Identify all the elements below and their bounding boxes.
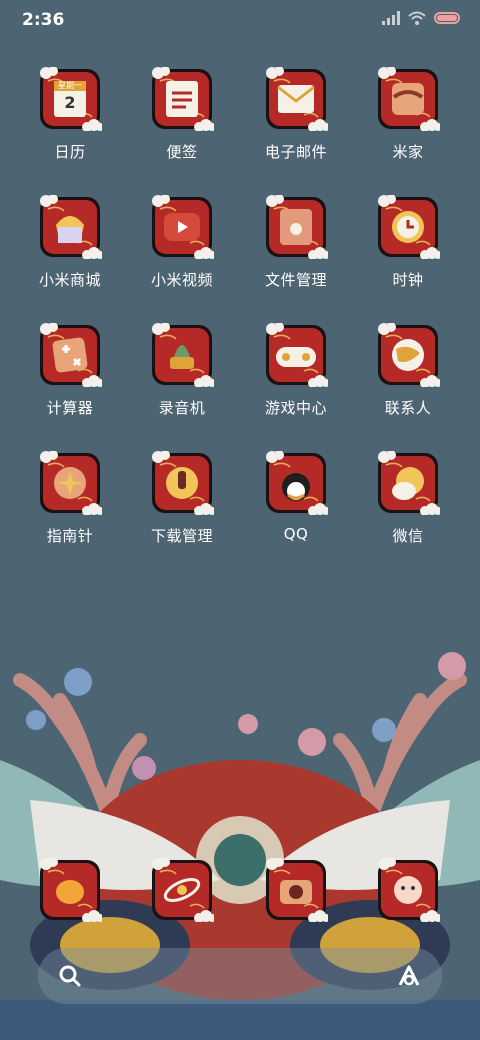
download-manager-icon[interactable] [150, 450, 216, 516]
app-clock[interactable]: 时钟 [352, 194, 464, 313]
app-contacts[interactable]: 联系人 [352, 322, 464, 441]
camera-icon[interactable] [264, 857, 330, 923]
compass-icon[interactable] [38, 450, 104, 516]
app-label: 时钟 [392, 271, 424, 289]
app-download-manager[interactable]: 下载管理 [126, 450, 238, 569]
app-mi-store[interactable]: 小米商城 [14, 194, 126, 313]
messages-icon[interactable] [376, 857, 442, 923]
calculator-icon[interactable] [38, 322, 104, 388]
search-icon[interactable] [58, 964, 82, 988]
signal-icon [382, 11, 400, 25]
app-file-manager[interactable]: 文件管理 [240, 194, 352, 313]
file-manager-icon[interactable] [264, 194, 330, 260]
calendar-date: 2 [64, 93, 76, 112]
app-label: 联系人 [384, 399, 432, 417]
qq-icon[interactable] [264, 450, 330, 516]
calendar-icon[interactable]: 星期一 2 [38, 66, 104, 132]
app-wechat[interactable]: 微信 [352, 450, 464, 569]
status-icons [382, 11, 462, 25]
status-bar: 2:36 [0, 0, 480, 40]
app-label: 米家 [392, 143, 424, 161]
phone-icon[interactable] [38, 857, 104, 923]
app-notes[interactable]: 便签 [126, 66, 238, 185]
mi-store-icon[interactable] [38, 194, 104, 260]
notes-icon[interactable] [150, 66, 216, 132]
app-mi-video[interactable]: 小米视频 [126, 194, 238, 313]
app-mi-home[interactable]: 米家 [352, 66, 464, 185]
wifi-icon [408, 11, 426, 25]
app-label: 便签 [166, 143, 198, 161]
app-label: 小米视频 [150, 271, 213, 289]
app-compass[interactable]: 指南针 [14, 450, 126, 569]
app-email[interactable]: 电子邮件 [240, 66, 352, 185]
app-calculator[interactable]: 计算器 [14, 322, 126, 441]
app-qq[interactable]: QQ [240, 450, 352, 569]
mi-home-icon[interactable] [376, 66, 442, 132]
recorder-icon[interactable] [150, 322, 216, 388]
app-label: 录音机 [158, 399, 206, 417]
battery-icon [434, 12, 460, 24]
app-label: 微信 [392, 527, 424, 545]
app-label: 小米商城 [38, 271, 101, 289]
app-recorder[interactable]: 录音机 [126, 322, 238, 441]
app-label: QQ [283, 525, 309, 543]
contacts-icon[interactable] [376, 322, 442, 388]
app-label: 文件管理 [264, 271, 327, 289]
app-calendar[interactable]: 星期一 2 日历 [14, 66, 126, 185]
app-label: 游戏中心 [264, 399, 327, 417]
clock-icon[interactable] [376, 194, 442, 260]
app-label: 电子邮件 [264, 143, 327, 161]
email-icon[interactable] [264, 66, 330, 132]
app-game-center[interactable]: 游戏中心 [240, 322, 352, 441]
app-label: 计算器 [46, 399, 94, 417]
status-time: 2:36 [22, 10, 65, 30]
search-bar[interactable] [38, 948, 442, 1004]
app-label: 指南针 [46, 527, 94, 545]
wechat-icon[interactable] [376, 450, 442, 516]
app-label: 下载管理 [150, 527, 213, 545]
mi-video-icon[interactable] [150, 194, 216, 260]
game-center-icon[interactable] [264, 322, 330, 388]
browser-icon[interactable] [150, 857, 216, 923]
app-label: 日历 [54, 143, 86, 161]
calendar-weekday: 星期一 [58, 81, 82, 90]
assistant-icon[interactable] [396, 964, 422, 988]
